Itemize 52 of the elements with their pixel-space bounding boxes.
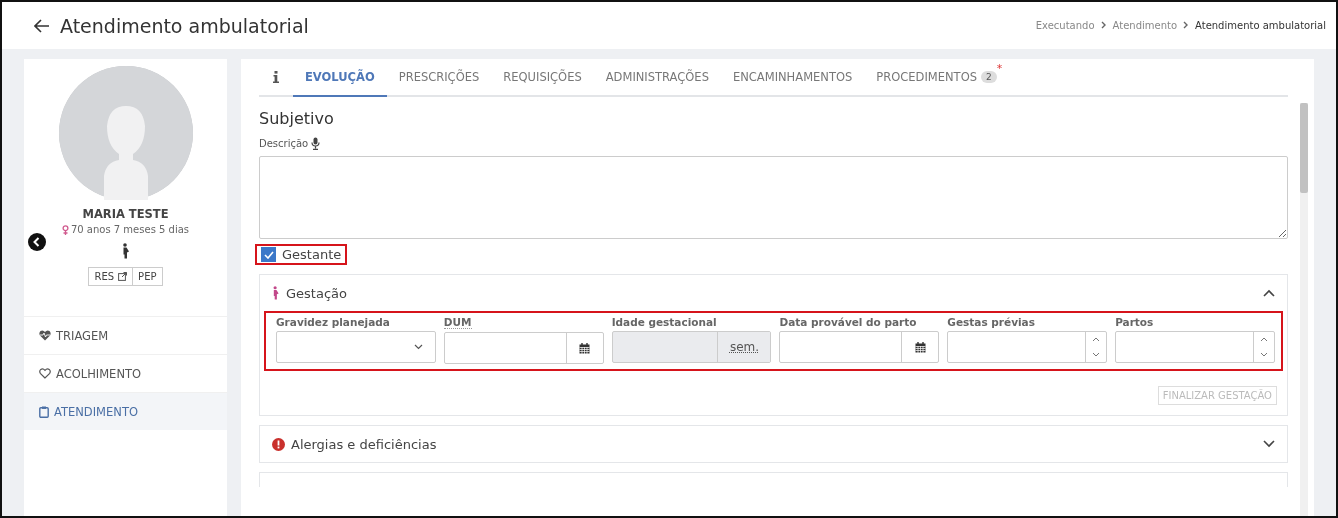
- breadcrumb-link[interactable]: Atendimento ambulatorial: [1195, 20, 1326, 31]
- tab[interactable]: PRESCRIÇÕES: [386, 59, 492, 97]
- collapse-button[interactable]: [28, 233, 46, 251]
- chevron-icon: [1183, 20, 1190, 31]
- pregnant-woman-icon: [272, 286, 280, 300]
- field-label: Descrição: [259, 138, 309, 149]
- tab[interactable]: ADMINISTRAÇÕES: [593, 59, 721, 97]
- scrollbar[interactable]: [1300, 103, 1308, 516]
- patient-name: MARIA TESTE: [82, 207, 169, 221]
- tab[interactable]: EVOLUÇÃO: [293, 59, 387, 97]
- count-badge: 2: [981, 71, 997, 83]
- field-label: DUM: [443, 316, 472, 329]
- heart-pulse-icon: [39, 330, 51, 341]
- breadcrumb-link[interactable]: Executando: [1035, 20, 1095, 31]
- panel-title: Gestação: [286, 285, 347, 301]
- record-button[interactable]: RES: [88, 267, 134, 286]
- exclamation-circle-icon: [272, 437, 285, 451]
- chevron-icon[interactable]: [1263, 289, 1275, 297]
- chevron-icon: [1100, 20, 1107, 31]
- tab[interactable]: REQUISIÇÕES: [491, 59, 594, 97]
- input-field[interactable]: [947, 331, 1108, 363]
- field-label: Data provável do parto: [779, 316, 917, 328]
- sidebar-item[interactable]: TRIAGEM: [24, 316, 227, 354]
- unit-label: sem.: [717, 332, 771, 362]
- sidebar-item[interactable]: ATENDIMENTO: [24, 392, 227, 430]
- patient-age: 70 anos 7 meses 5 dias: [70, 224, 190, 235]
- chevron-icon[interactable]: [1263, 440, 1275, 448]
- field-label: Partos: [1115, 316, 1154, 328]
- record-button[interactable]: PEP: [133, 267, 163, 286]
- back-arrow-icon[interactable]: [34, 18, 50, 33]
- tab[interactable]: ENCAMINHAMENTOS: [720, 59, 865, 97]
- female-icon: [61, 224, 69, 235]
- field-label: Gravidez planejada: [276, 316, 390, 328]
- input-field[interactable]: [1115, 331, 1275, 363]
- breadcrumb-link[interactable]: Atendimento: [1112, 20, 1178, 31]
- section-heading: Subjetivo: [259, 109, 335, 128]
- input-field[interactable]: [779, 331, 940, 363]
- panel-title: Alergias e deficiências: [291, 436, 437, 452]
- clipboard-icon: [39, 405, 49, 418]
- checkbox-label: Gestante: [282, 247, 342, 262]
- checkbox[interactable]: [261, 247, 276, 262]
- pregnant-woman-icon: [121, 243, 130, 259]
- input-field[interactable]: [443, 332, 604, 364]
- field-label: Gestas prévias: [947, 316, 1035, 328]
- microphone-icon[interactable]: [311, 137, 321, 150]
- field-label: Idade gestacional: [611, 316, 717, 328]
- required-mark: *: [996, 62, 1003, 75]
- page-title: Atendimento ambulatorial: [60, 14, 309, 37]
- info-icon[interactable]: [273, 71, 279, 83]
- dropdown-caret-icon: [413, 344, 423, 350]
- heart-icon: [39, 368, 51, 379]
- input-field[interactable]: [276, 331, 436, 363]
